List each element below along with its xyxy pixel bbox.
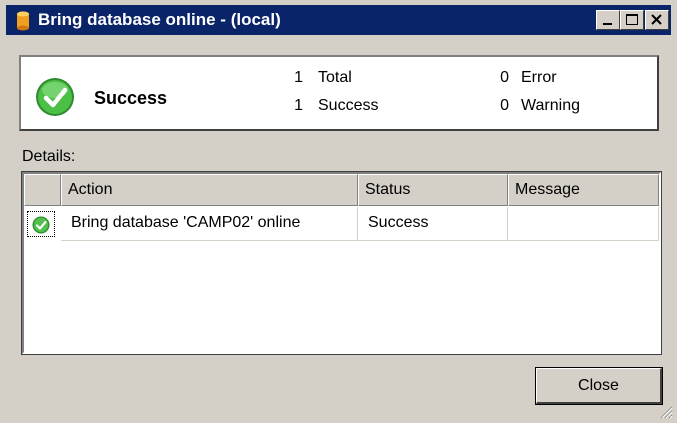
title-bar[interactable]: Bring database online - (local) bbox=[6, 5, 671, 35]
success-label: Success bbox=[318, 97, 379, 114]
success-check-icon bbox=[32, 216, 50, 234]
warning-count: 0 bbox=[500, 97, 509, 114]
status-text: Success bbox=[94, 88, 168, 108]
row-action-cell[interactable]: Bring database 'CAMP02' online bbox=[61, 207, 358, 241]
header-action[interactable]: Action bbox=[61, 174, 358, 206]
maximize-button[interactable] bbox=[620, 10, 644, 30]
details-label: Details: bbox=[22, 148, 76, 165]
details-grid[interactable]: Action Status Message Bring database 'CA… bbox=[21, 171, 662, 355]
resize-grip-icon[interactable] bbox=[659, 405, 673, 419]
minimize-icon bbox=[603, 23, 612, 25]
summary-panel: Success 1 Total 1 Success 0 Error 0 Warn… bbox=[19, 55, 659, 131]
row-status-cell[interactable]: Success bbox=[358, 207, 508, 241]
header-status[interactable]: Status bbox=[358, 174, 508, 206]
database-cylinder-icon bbox=[17, 11, 29, 31]
success-check-icon bbox=[36, 78, 74, 116]
warning-label: Warning bbox=[521, 97, 580, 114]
table-row-icon-cell[interactable] bbox=[24, 207, 60, 241]
error-count: 0 bbox=[500, 69, 509, 86]
error-label: Error bbox=[521, 69, 557, 86]
close-window-button[interactable] bbox=[645, 10, 669, 30]
close-icon bbox=[651, 14, 662, 25]
header-icon-column[interactable] bbox=[24, 174, 61, 206]
maximize-icon bbox=[626, 14, 638, 25]
row-message-cell[interactable] bbox=[508, 207, 659, 241]
minimize-button[interactable] bbox=[596, 10, 620, 30]
window-title: Bring database online - (local) bbox=[38, 10, 281, 29]
success-count: 1 bbox=[294, 97, 303, 114]
total-count: 1 bbox=[294, 69, 303, 86]
dialog-window: Bring database online - (local) Success bbox=[0, 0, 677, 423]
total-label: Total bbox=[318, 69, 352, 86]
header-message[interactable]: Message bbox=[508, 174, 659, 206]
close-button[interactable]: Close bbox=[535, 367, 663, 405]
